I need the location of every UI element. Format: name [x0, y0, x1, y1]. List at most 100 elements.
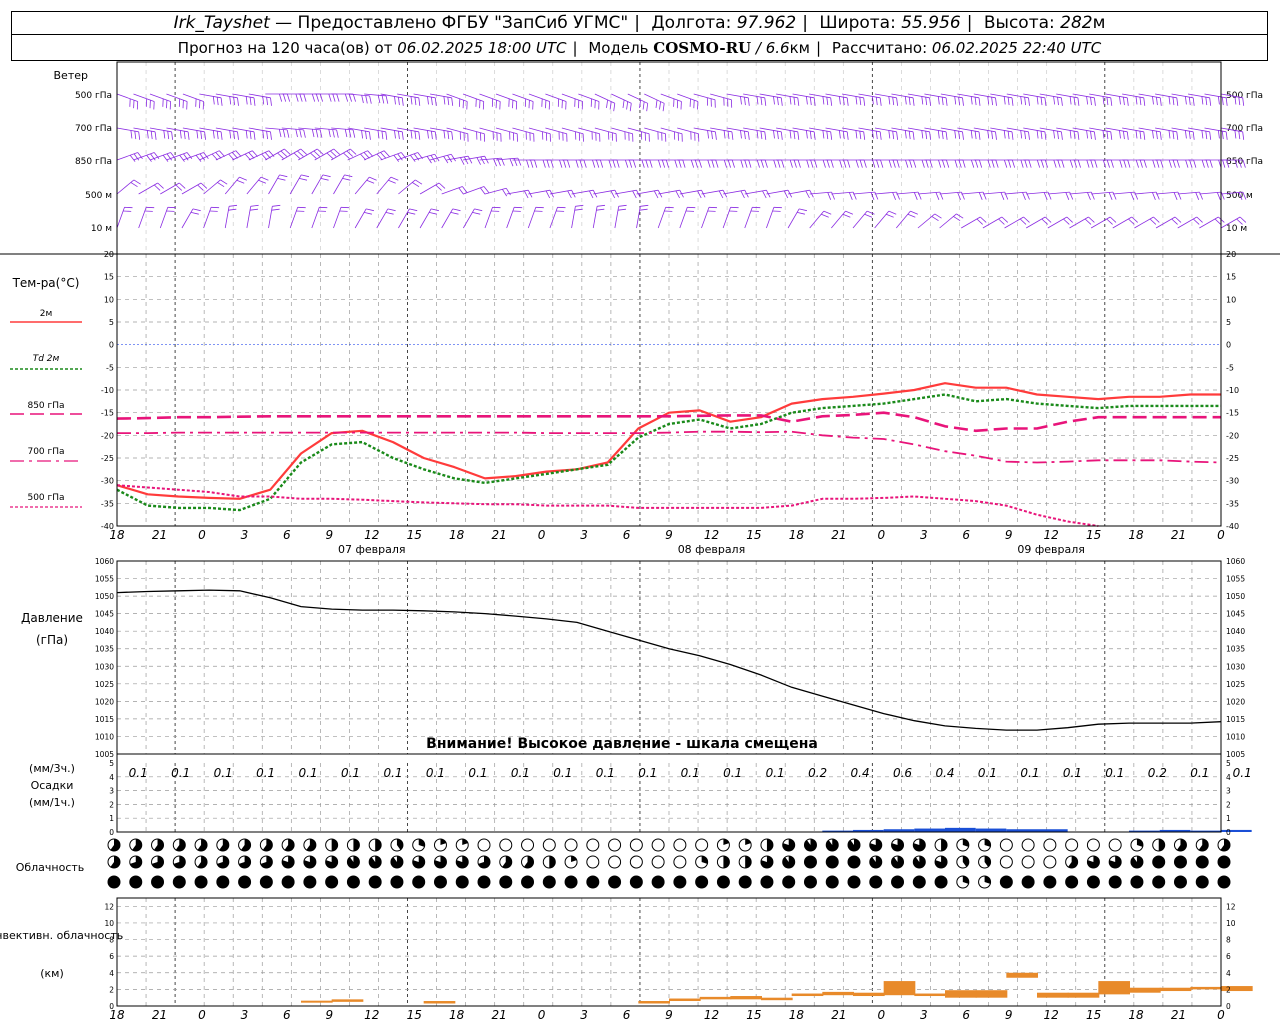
wind-barb-feather: [377, 95, 381, 104]
precip-label: 0.1: [553, 766, 572, 780]
wind-barb-feather: [363, 152, 370, 159]
wind-barb-feather: [760, 131, 763, 140]
wind-barb-feather: [479, 187, 486, 195]
wind-barb-feather: [863, 131, 866, 140]
wind-barb: [1072, 127, 1096, 140]
wind-barb-feather: [1112, 191, 1117, 200]
wind-barb: [1004, 191, 1030, 200]
wind-barb-feather: [320, 178, 329, 181]
wind-barb: [874, 127, 898, 140]
wind-barb: [957, 127, 981, 140]
wind-barb-feather: [892, 159, 896, 168]
wind-barb-feather: [1053, 130, 1055, 139]
wind-barb-feather: [204, 131, 206, 140]
wind-barb: [1047, 216, 1073, 229]
y-tick-label: 6: [109, 952, 114, 961]
wind-barb-feather: [1174, 216, 1182, 223]
cloud-symbol: [651, 875, 665, 889]
wind-barb-feather: [1130, 192, 1135, 200]
wind-barb-feather: [1022, 192, 1026, 200]
wind-barb-feather: [822, 130, 825, 139]
y-tick-label: -30: [101, 477, 114, 486]
wind-barb-feather: [1199, 191, 1203, 200]
y-tick-label: 2: [109, 800, 114, 809]
cloud-fill: [869, 876, 882, 888]
wind-barb-feather: [756, 130, 759, 139]
x-tick-label: 15: [746, 528, 761, 542]
wind-barb-feather: [1011, 159, 1016, 168]
wind-barb-feather: [130, 130, 133, 139]
x-tick-label: 0: [1217, 528, 1225, 542]
cloud-symbol: [455, 875, 469, 889]
wind-barb: [398, 179, 423, 195]
cloud-symbol: [1152, 875, 1166, 889]
cloud-symbol: [1086, 855, 1100, 869]
wind-barb-feather: [886, 213, 894, 218]
y-tick-label: -20: [101, 431, 114, 440]
wind-barb-staff: [660, 127, 683, 135]
cloud-symbol: [259, 875, 273, 889]
wind-barb: [116, 206, 133, 229]
wind-barb: [561, 127, 584, 142]
cloud-symbol: [999, 875, 1013, 889]
y-tick-label: 1020: [95, 697, 114, 706]
wind-barb-feather: [450, 154, 456, 162]
wind-barb: [1171, 127, 1195, 140]
cloud-fill: [260, 876, 273, 888]
cloud-symbol: [194, 875, 208, 889]
cloud-title: Облачность: [16, 861, 85, 874]
wind-barb-feather: [1108, 192, 1113, 200]
wind-barb-feather: [431, 131, 433, 140]
wind-barb: [133, 93, 155, 110]
wind-barb-feather: [1185, 96, 1187, 105]
cloud-symbol: [1217, 875, 1231, 889]
wind-barb-feather: [130, 182, 138, 188]
x-tick-label: 18: [1128, 528, 1144, 542]
wind-barb-feather: [1123, 97, 1125, 106]
wind-barb-feather: [1094, 131, 1096, 140]
wind-barb-feather: [797, 97, 800, 106]
wind-barb: [693, 127, 717, 140]
wind-barb-staff: [149, 93, 171, 102]
wind-barb-feather: [1159, 97, 1162, 106]
wind-barb: [289, 174, 310, 195]
cloud-symbol: [695, 875, 709, 889]
wind-barb-feather: [690, 159, 695, 168]
wind-barb-feather: [1193, 218, 1200, 225]
wind-barb-feather: [282, 129, 286, 138]
wind-barb: [484, 206, 501, 229]
wind-barb: [1134, 216, 1160, 229]
wind-barb-staff: [512, 127, 534, 135]
wind-barb-feather: [937, 130, 940, 139]
wind-barb-feather: [278, 129, 282, 138]
wind-barb-feather: [248, 152, 255, 159]
cloud-symbol: [673, 855, 687, 869]
wind-barb-staff: [917, 213, 936, 229]
wind-barb: [1023, 93, 1047, 106]
wind-barb-feather: [974, 131, 977, 140]
wind-barb-feather: [1036, 130, 1039, 139]
wind-barb-feather: [1044, 216, 1052, 223]
wind-barb: [924, 127, 948, 140]
wind-barb-feather: [958, 97, 960, 106]
cloud-symbol: [978, 875, 992, 889]
cloud-fill: [543, 876, 556, 888]
wind-barb: [133, 127, 157, 140]
wind-barb-feather: [390, 176, 399, 181]
wind-barb-feather: [872, 96, 874, 105]
precip-label: 0.1: [214, 766, 233, 780]
wind-barb-feather: [848, 192, 853, 200]
cloud-symbol: [433, 855, 447, 869]
wind-barb-feather: [961, 191, 965, 200]
wind-barb-feather: [830, 97, 833, 106]
cloud-symbol: [1173, 875, 1187, 889]
cloud-symbol: [869, 875, 883, 889]
y-tick-label-right: 1020: [1226, 697, 1245, 706]
wind-barb: [1105, 93, 1129, 106]
y-tick-label: 1: [109, 814, 114, 823]
cloud-fill: [1065, 876, 1078, 888]
wind-barb-feather: [409, 208, 418, 212]
wind-barb-feather: [764, 97, 767, 106]
cloud-fill: [673, 876, 686, 888]
wind-barb-feather: [229, 204, 238, 207]
